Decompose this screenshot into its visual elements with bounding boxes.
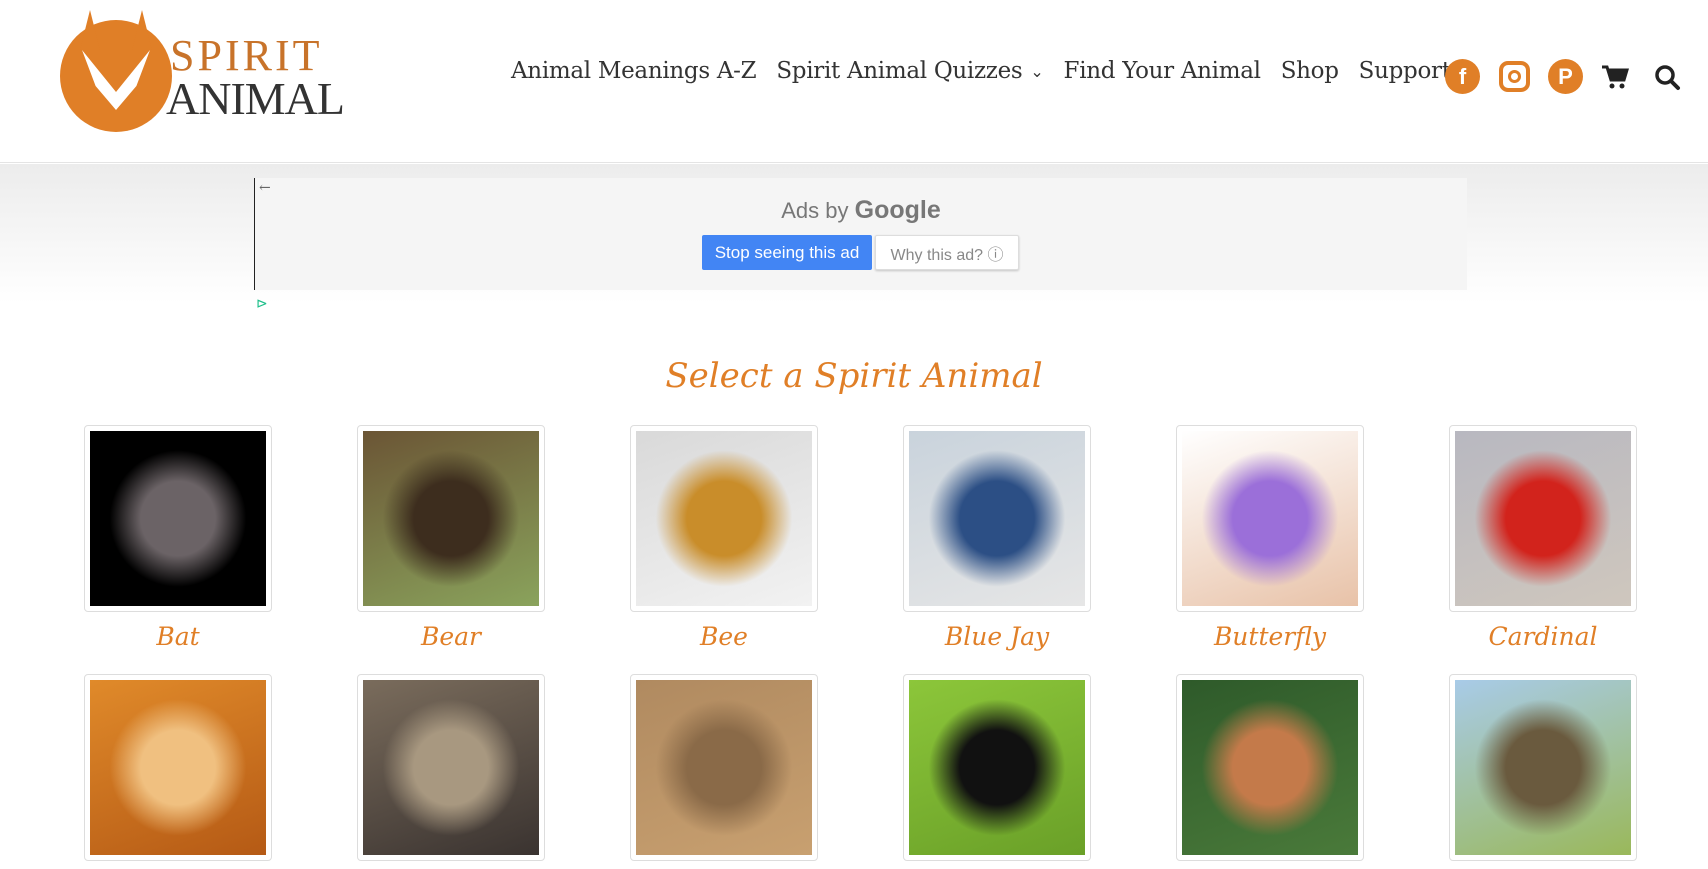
spirit-animal-logo[interactable]: SPIRIT ANIMAL: [60, 10, 350, 132]
nav-label: Shop: [1280, 58, 1339, 84]
animal-card-bat[interactable]: [84, 425, 272, 612]
animal-image[interactable]: [90, 680, 266, 855]
stop-seeing-ad-button[interactable]: Stop seeing this ad: [702, 235, 872, 270]
animal-card-dog[interactable]: [1449, 674, 1637, 861]
ads-by-text: Ads by: [781, 198, 849, 223]
nav-label: Animal Meanings A-Z: [511, 58, 757, 84]
adchoices-icon[interactable]: ⊳: [256, 296, 268, 312]
back-arrow-icon[interactable]: ←: [259, 180, 271, 196]
ads-by-google: Ads by Google: [255, 196, 1467, 225]
animal-card-bear[interactable]: [357, 425, 545, 612]
animal-card-butterfly[interactable]: [1176, 425, 1364, 612]
animal-image[interactable]: [636, 680, 812, 855]
animal-card-deer[interactable]: [1176, 674, 1364, 861]
facebook-icon[interactable]: f: [1445, 59, 1480, 94]
animal-card-cat[interactable]: [84, 674, 272, 861]
google-ad: ← Ads by Google Stop seeing this ad Why …: [254, 178, 1467, 290]
animal-label[interactable]: Cardinal: [1449, 622, 1637, 651]
animal-image[interactable]: [909, 431, 1085, 606]
animal-card-cougar[interactable]: [357, 674, 545, 861]
animal-label[interactable]: Blue Jay: [903, 622, 1091, 651]
chevron-down-icon: ⌄: [1030, 61, 1044, 81]
nav-animal-meanings[interactable]: Animal Meanings A-Z: [511, 58, 757, 84]
animal-image[interactable]: [90, 431, 266, 606]
pinterest-icon[interactable]: P: [1548, 59, 1583, 94]
nav-label: Find Your Animal: [1063, 58, 1261, 84]
animal-card-blue-jay[interactable]: [903, 425, 1091, 612]
animal-image[interactable]: [363, 431, 539, 606]
google-text: Google: [854, 196, 941, 224]
nav-spirit-animal-quizzes[interactable]: Spirit Animal Quizzes ⌄: [776, 58, 1044, 84]
search-icon[interactable]: [1649, 59, 1684, 94]
nav-label: Spirit Animal Quizzes: [776, 58, 1023, 84]
why-this-ad-button[interactable]: Why this ad? ⓘ: [875, 235, 1019, 270]
fox-logo-icon: [60, 20, 172, 132]
nav-find-your-animal[interactable]: Find Your Animal: [1064, 58, 1261, 84]
section-title: Select a Spirit Animal: [665, 356, 1043, 396]
animal-card-bee[interactable]: [630, 425, 818, 612]
animal-image[interactable]: [909, 680, 1085, 855]
main-nav: Animal Meanings A-Z Spirit Animal Quizze…: [511, 58, 1472, 84]
cart-icon[interactable]: [1597, 59, 1632, 94]
animal-label[interactable]: Bat: [84, 622, 272, 651]
logo-text-animal: ANIMAL: [166, 73, 345, 124]
animal-card-crow[interactable]: [903, 674, 1091, 861]
animal-image[interactable]: [636, 431, 812, 606]
animal-image[interactable]: [1455, 680, 1631, 855]
animal-card-cardinal[interactable]: [1449, 425, 1637, 612]
site-header: SPIRIT ANIMAL Animal Meanings A-Z Spirit…: [0, 0, 1708, 163]
animal-image[interactable]: [1182, 431, 1358, 606]
animal-label[interactable]: Butterfly: [1176, 622, 1364, 651]
animal-image[interactable]: [1182, 680, 1358, 855]
nav-label: Support: [1358, 58, 1451, 84]
animal-label[interactable]: Bee: [630, 622, 818, 651]
animal-label[interactable]: Bear: [357, 622, 545, 651]
animal-image[interactable]: [1455, 431, 1631, 606]
animal-card-coyote[interactable]: [630, 674, 818, 861]
animal-image[interactable]: [363, 680, 539, 855]
nav-shop[interactable]: Shop: [1281, 58, 1339, 84]
instagram-icon[interactable]: [1499, 61, 1530, 92]
